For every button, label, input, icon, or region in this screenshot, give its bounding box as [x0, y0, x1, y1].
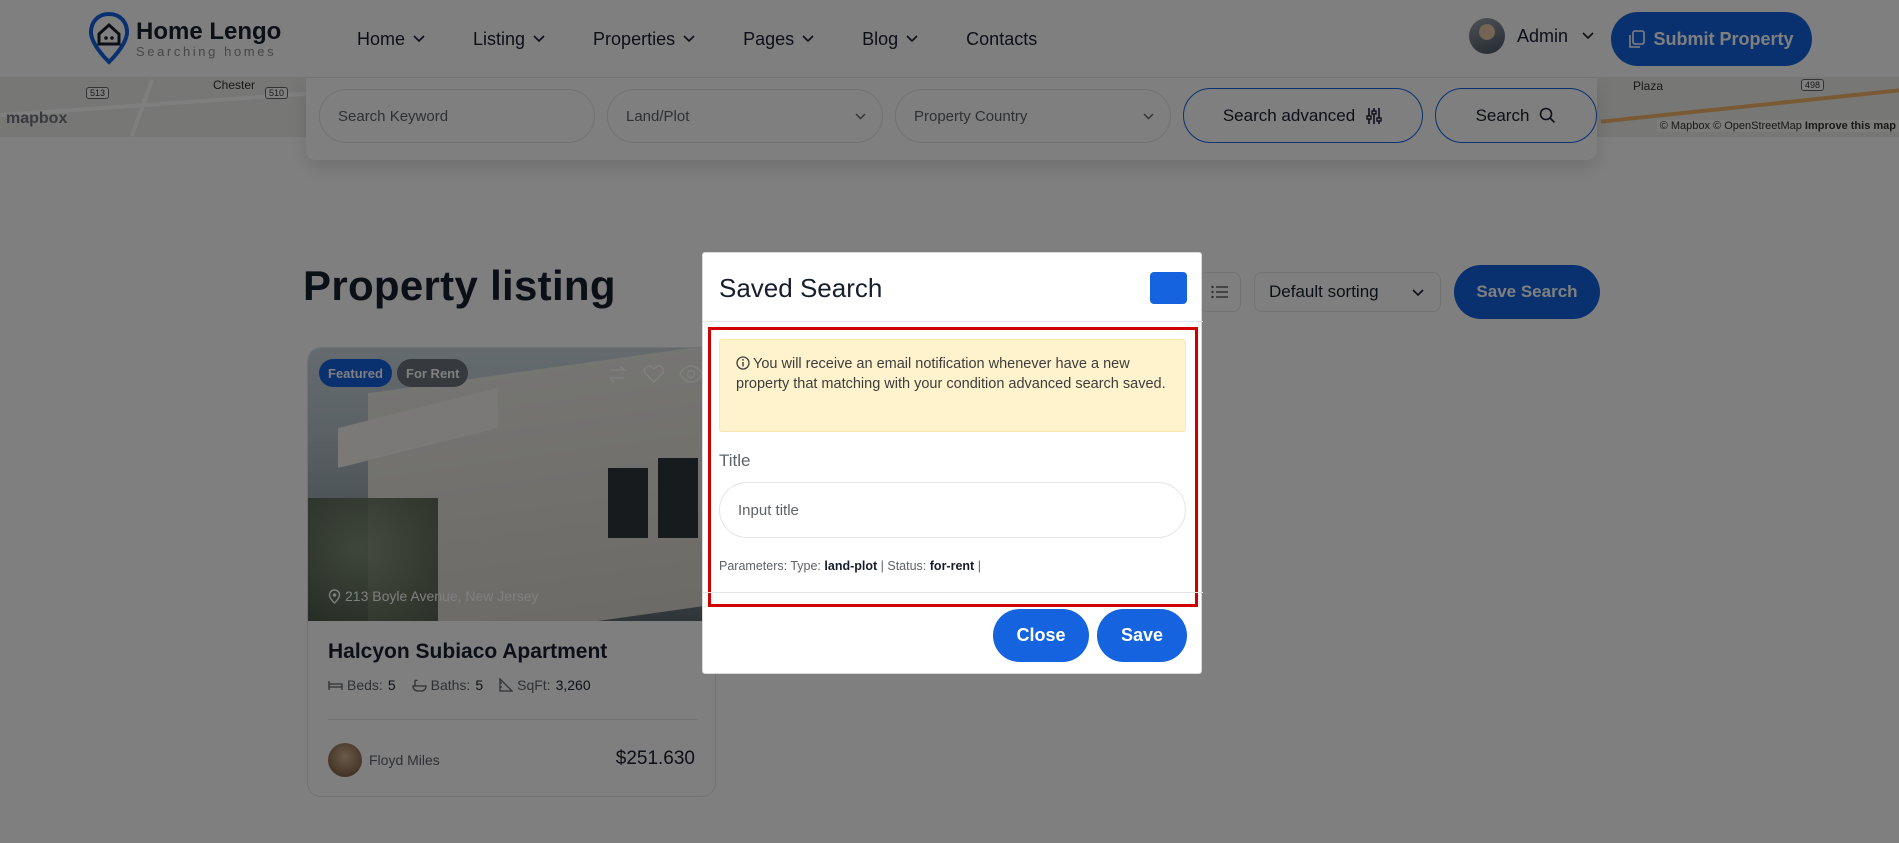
search-parameters: Parameters: Type: land-plot | Status: fo… [719, 559, 981, 573]
title-label: Title [719, 451, 751, 470]
close-icon-button[interactable] [1150, 272, 1187, 304]
divider [703, 321, 1203, 322]
param-status-value: for-rent [929, 559, 975, 573]
param-type-value: land-plot [824, 559, 878, 573]
info-icon [736, 356, 750, 370]
title-input[interactable] [719, 482, 1186, 538]
close-button[interactable]: Close [993, 609, 1089, 662]
notice-alert: You will receive an email notification w… [719, 339, 1186, 432]
dialog-title: Saved Search [719, 273, 883, 303]
save-button[interactable]: Save [1097, 609, 1187, 662]
divider [703, 592, 1203, 593]
saved-search-dialog: Saved Search You will receive an email n… [702, 252, 1203, 674]
